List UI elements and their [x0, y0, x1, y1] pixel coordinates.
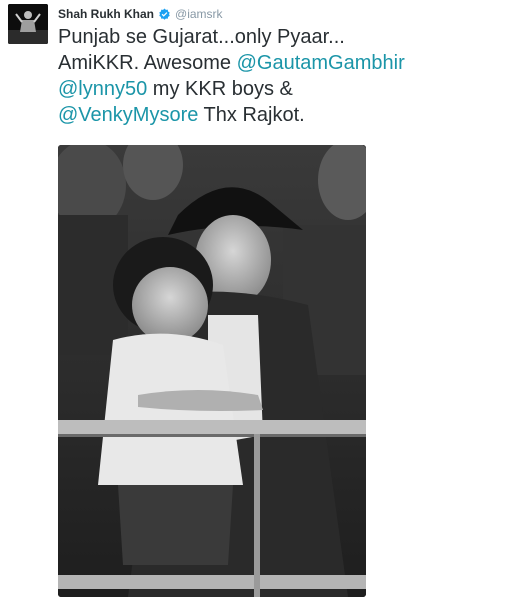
tweet-header: Shah Rukh Khan @iamsrk [58, 6, 223, 22]
mention-lynny50[interactable]: @lynny50 [58, 78, 147, 100]
tweet-text-line-4: @VenkyMysore Thx Rajkot. [58, 104, 305, 126]
tweet-card: Shah Rukh Khan @iamsrk Punjab se Gujarat… [0, 0, 522, 603]
author-avatar[interactable] [8, 4, 48, 44]
mention-gautamgambhir[interactable]: @GautamGambhir [237, 52, 405, 74]
tweet-text: Punjab se Gujarat...only Pyaar... AmiKKR… [58, 24, 514, 128]
mention-venkymysore[interactable]: @VenkyMysore [58, 104, 198, 126]
author-handle[interactable]: @iamsrk [175, 7, 223, 21]
tweet-text-line-2: AmiKKR. Awesome @GautamGambhir [58, 52, 405, 74]
tweet-photo[interactable] [58, 145, 366, 597]
verified-badge-icon [158, 8, 171, 21]
tweet-text-line-3: @lynny50 my KKR boys & [58, 78, 293, 100]
author-name[interactable]: Shah Rukh Khan [58, 7, 154, 21]
tweet-text-line-1: Punjab se Gujarat...only Pyaar... [58, 26, 345, 48]
